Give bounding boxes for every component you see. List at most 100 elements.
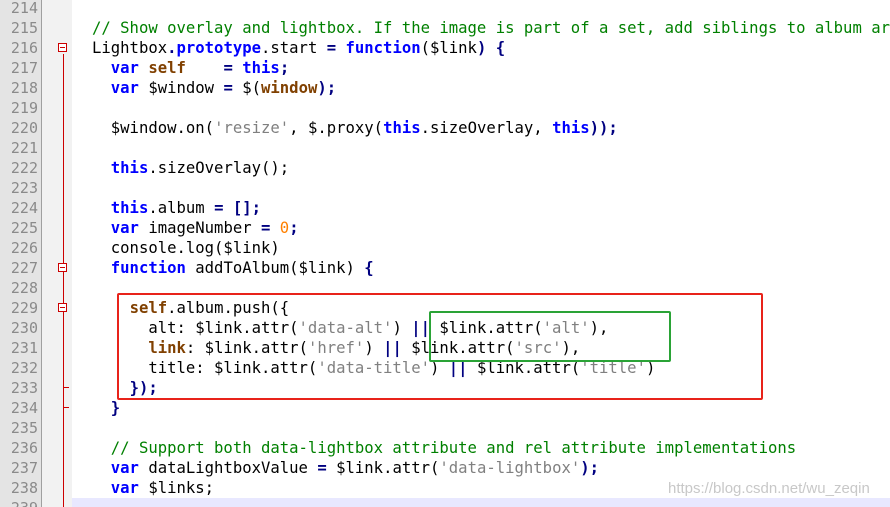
code-line[interactable]: 221 bbox=[0, 138, 890, 158]
line-number: 222 bbox=[10, 159, 38, 177]
code-token: = []; bbox=[214, 199, 262, 217]
code-token: .album bbox=[148, 199, 215, 217]
code-line[interactable]: 239 bbox=[0, 498, 890, 507]
code-text: var dataLightboxValue = $link.attr('data… bbox=[92, 458, 599, 478]
code-token: 'data-lightbox' bbox=[439, 459, 581, 477]
code-token: . bbox=[167, 39, 177, 57]
line-number: 219 bbox=[10, 99, 38, 117]
code-token: = bbox=[326, 39, 337, 57]
code-token: function bbox=[110, 259, 186, 277]
code-line[interactable]: 216 Lightbox.prototype.start = function($… bbox=[0, 38, 890, 58]
line-number: 221 bbox=[10, 139, 38, 157]
code-token: ( bbox=[420, 39, 430, 57]
code-token: self bbox=[148, 59, 186, 77]
code-token: .start bbox=[261, 39, 327, 57]
code-text: console.log($link) bbox=[92, 238, 280, 258]
code-token: ; bbox=[289, 219, 299, 237]
code-line[interactable]: 222 this.sizeOverlay(); bbox=[0, 158, 890, 178]
code-text: // Show overlay and lightbox. If the ima… bbox=[92, 18, 890, 38]
code-text: Lightbox.prototype.start = function($lin… bbox=[92, 38, 505, 58]
line-number: 226 bbox=[10, 239, 38, 257]
code-line[interactable]: 237 var dataLightboxValue = $link.attr('… bbox=[0, 458, 890, 478]
code-line[interactable]: 224 this.album = []; bbox=[0, 198, 890, 218]
code-token: var bbox=[110, 79, 139, 97]
code-token: ); bbox=[580, 459, 600, 477]
code-line[interactable]: 217 var self = this; bbox=[0, 58, 890, 78]
line-number: 220 bbox=[10, 119, 38, 137]
code-text: var imageNumber = 0; bbox=[92, 218, 299, 238]
code-token: // Support both data-lightbox attribute … bbox=[92, 439, 797, 457]
line-number: 214 bbox=[10, 0, 38, 17]
code-token: = bbox=[261, 219, 271, 237]
code-text: this.sizeOverlay(); bbox=[92, 158, 289, 178]
line-number: 218 bbox=[10, 79, 38, 97]
code-token: ); bbox=[317, 79, 337, 97]
code-line[interactable]: 225 var imageNumber = 0; bbox=[0, 218, 890, 238]
line-number: 227 bbox=[10, 259, 38, 277]
code-text: function addToAlbum($link) { bbox=[92, 258, 374, 278]
code-token: $links; bbox=[138, 479, 215, 497]
code-token: $link.attr( bbox=[326, 459, 440, 477]
code-line[interactable]: 227 function addToAlbum($link) { bbox=[0, 258, 890, 278]
code-token: this bbox=[383, 119, 421, 137]
code-line[interactable]: 234 } bbox=[0, 398, 890, 418]
code-token: $link bbox=[430, 39, 477, 57]
code-token: function bbox=[345, 39, 421, 57]
code-token: ; bbox=[279, 59, 290, 77]
code-token: this bbox=[110, 159, 149, 177]
code-token: dataLightboxValue bbox=[138, 459, 318, 477]
code-line[interactable]: 220 $window.on('resize', $.proxy(this.si… bbox=[0, 118, 890, 138]
code-token: .sizeOverlay, bbox=[420, 119, 553, 137]
code-line[interactable]: 223 bbox=[0, 178, 890, 198]
code-token: = bbox=[223, 79, 233, 97]
code-token: var bbox=[110, 459, 139, 477]
line-number: 234 bbox=[10, 399, 38, 417]
line-number: 236 bbox=[10, 439, 38, 457]
line-number: 239 bbox=[0, 498, 38, 507]
code-token: = bbox=[223, 59, 233, 77]
code-token: { bbox=[364, 259, 374, 277]
code-token: this bbox=[110, 199, 149, 217]
code-editor[interactable]: 214 215 // Show overlay and lightbox. If t… bbox=[0, 0, 890, 507]
code-token: ) { bbox=[476, 39, 506, 57]
code-line[interactable]: 226 console.log($link) bbox=[0, 238, 890, 258]
code-token: window bbox=[261, 79, 318, 97]
line-number: 238 bbox=[10, 479, 38, 497]
code-text: // Support both data-lightbox attribute … bbox=[92, 438, 796, 458]
line-number: 229 bbox=[10, 299, 38, 317]
line-number: 237 bbox=[10, 459, 38, 477]
code-token: var bbox=[110, 479, 139, 497]
code-token: var bbox=[110, 219, 139, 237]
code-line[interactable]: 236 // Support both data-lightbox attrib… bbox=[0, 438, 890, 458]
line-number: 225 bbox=[10, 219, 38, 237]
code-text: var $links; bbox=[92, 478, 214, 498]
code-token: this bbox=[242, 59, 280, 77]
line-number: 224 bbox=[10, 199, 38, 217]
code-line[interactable]: 214 bbox=[0, 0, 890, 18]
code-token: this bbox=[552, 119, 590, 137]
code-token: .sizeOverlay(); bbox=[148, 159, 290, 177]
code-token: var bbox=[110, 59, 139, 77]
code-token: )); bbox=[589, 119, 618, 137]
code-token: console.log($link) bbox=[92, 239, 280, 257]
code-token: } bbox=[110, 399, 121, 417]
code-line[interactable]: 235 bbox=[0, 418, 890, 438]
code-line[interactable]: 218 var $window = $(window); bbox=[0, 78, 890, 98]
code-text: var self = this; bbox=[92, 58, 289, 78]
line-number: 233 bbox=[10, 379, 38, 397]
code-line[interactable]: 219 bbox=[0, 98, 890, 118]
code-text: } bbox=[92, 398, 120, 418]
code-token: $( bbox=[232, 79, 262, 97]
code-line[interactable]: 215 // Show overlay and lightbox. If the … bbox=[0, 18, 890, 38]
code-text: this.album = []; bbox=[92, 198, 261, 218]
code-token: 'resize' bbox=[214, 119, 290, 137]
